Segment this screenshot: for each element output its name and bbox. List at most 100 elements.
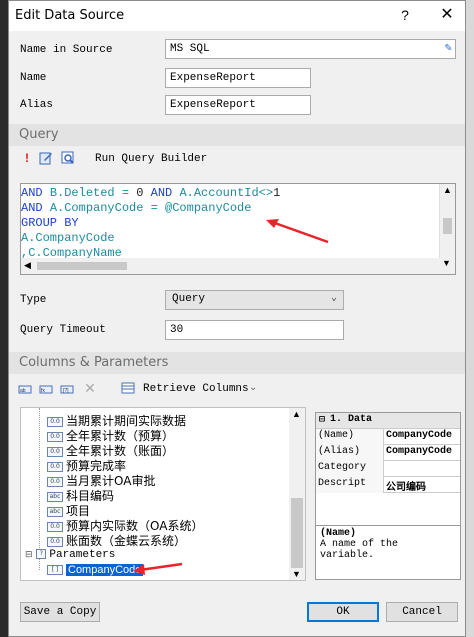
tree-item-label: 全年累计数（账面） (66, 444, 175, 458)
edit-data-source-dialog: Edit Data Source ? ✕ Name in Source MS S… (8, 0, 466, 637)
close-button[interactable]: ✕ (437, 5, 457, 25)
selected-parameter-label: CompanyCode (66, 564, 144, 576)
alias-label: Alias (20, 99, 54, 111)
name-label: Name (20, 72, 47, 84)
numeric-column-icon: 0.0 (47, 461, 63, 472)
query-timeout-label: Query Timeout (20, 324, 106, 336)
svg-text:[?]: [?] (63, 388, 69, 394)
new-column-icon[interactable]: ab (18, 381, 32, 395)
cancel-button[interactable]: Cancel (386, 602, 458, 622)
name-in-source-field[interactable]: MS SQL ✎ (165, 39, 456, 59)
tree-item-companycode[interactable]: [ ] CompanyCode (47, 562, 144, 576)
ok-button[interactable]: OK (307, 602, 379, 622)
editor-horizontal-scrollbar[interactable]: ◀ (21, 258, 441, 274)
query-token: AND (21, 186, 50, 200)
description-text: A name of the variable. (320, 539, 399, 561)
tree-item-label: 预算内实际数（OA系统） (66, 519, 204, 533)
property-group-label: 1. Data (330, 414, 373, 425)
save-a-copy-button[interactable]: Save a Copy (20, 602, 100, 622)
exclamation-icon[interactable]: ! (20, 151, 34, 165)
run-query-builder-button[interactable]: Run Query Builder (95, 153, 207, 165)
numeric-column-icon: 0.0 (47, 536, 63, 547)
parameters-folder-icon: ? (36, 548, 47, 559)
tree-item-label: 科目编码 (66, 489, 115, 503)
query-token: A.AccountId<> (179, 186, 274, 200)
query-token: A.CompanyCode (21, 231, 115, 245)
property-key: Descript (316, 477, 384, 493)
retrieve-chevron-down-icon[interactable]: ⌄ (249, 382, 257, 393)
numeric-column-icon: 0.0 (47, 431, 63, 442)
property-value[interactable] (384, 461, 460, 477)
property-description: (Name) A name of the variable. (316, 525, 460, 579)
columns-tree[interactable]: 0.0 当期累计期间实际数据 0.0 全年累计数（预算） 0.0 全年累计数（账面） 0.0… (20, 407, 306, 581)
tree-item-label: 当月累计OA审批 (66, 474, 156, 488)
query-editor[interactable]: AND B.Deleted = 0 AND A.AccountId<>1 AND … (20, 183, 456, 275)
query-section-header: Query (9, 124, 465, 146)
new-calculated-column-icon[interactable]: fx (39, 381, 53, 395)
property-row[interactable]: (Alias) CompanyCode (316, 445, 460, 461)
parameter-icon: [ ] (47, 564, 63, 575)
query-token: A.CompanyCode = @CompanyCode (49, 201, 252, 215)
tree-item-label: 项目 (66, 504, 91, 518)
chevron-down-icon: ⌄ (330, 293, 337, 304)
query-token: GROUP BY (21, 216, 79, 230)
type-label: Type (20, 294, 47, 306)
type-select[interactable]: Query ⌄ (165, 290, 344, 310)
edit-pencil-icon[interactable]: ✎ (445, 41, 452, 55)
property-key: (Name) (316, 429, 384, 445)
properties-grid[interactable]: ⊟ 1. Data (Name) CompanyCode (Alias) Company… (315, 412, 461, 580)
query-token: AND (150, 186, 180, 200)
title-bar: Edit Data Source ? ✕ (9, 1, 465, 31)
alias-input[interactable]: ExpenseReport (165, 95, 311, 115)
property-key: (Alias) (316, 445, 384, 461)
property-value[interactable]: CompanyCode (384, 445, 460, 461)
query-token: B.Deleted = (49, 186, 137, 200)
name-in-source-value: MS SQL (170, 43, 210, 55)
parameters-label: Parameters (49, 549, 116, 561)
tree-item-label: 预算完成率 (66, 459, 127, 473)
query-line: A.CompanyCode (21, 231, 115, 245)
name-input[interactable]: ExpenseReport (165, 68, 311, 88)
tree-vertical-scrollbar[interactable]: ▲ ▼ (289, 408, 305, 580)
query-token: AND (21, 201, 50, 215)
string-column-icon: abc (47, 506, 63, 517)
property-group-header[interactable]: ⊟ 1. Data (316, 413, 460, 429)
property-row[interactable]: Descript 公司编码 (316, 477, 460, 493)
svg-text:ab: ab (20, 388, 26, 394)
property-key: Category (316, 461, 384, 477)
numeric-column-icon: 0.0 (47, 416, 63, 427)
parameters-node[interactable]: ⊟ ? Parameters (25, 546, 115, 561)
preview-data-icon[interactable] (61, 151, 75, 165)
retrieve-columns-button[interactable]: Retrieve Columns (143, 383, 249, 395)
query-token: 0 (136, 186, 151, 200)
property-row[interactable]: (Name) CompanyCode (316, 429, 460, 445)
tree-item-label: 全年累计数（预算） (66, 429, 175, 443)
editor-vertical-scrollbar[interactable]: ▲ (439, 184, 455, 260)
description-title: (Name) (320, 528, 357, 539)
query-line: GROUP BY (21, 216, 79, 230)
query-line: AND A.CompanyCode = @CompanyCode (21, 201, 251, 215)
property-value[interactable]: CompanyCode (384, 429, 460, 445)
query-line: AND B.Deleted = 0 AND A.AccountId<>1 (21, 186, 280, 200)
numeric-column-icon: 0.0 (47, 521, 63, 532)
editor-scroll-corner: ▼ (439, 258, 455, 274)
query-token: 1 (273, 186, 281, 200)
property-row[interactable]: Category (316, 461, 460, 477)
collapse-icon[interactable]: ⊟ (25, 550, 33, 560)
edit-query-icon[interactable] (39, 151, 53, 165)
numeric-column-icon: 0.0 (47, 446, 63, 457)
type-value: Query (172, 293, 206, 305)
retrieve-columns-icon[interactable] (121, 381, 135, 395)
window-title: Edit Data Source (15, 8, 125, 23)
numeric-column-icon: 0.0 (47, 476, 63, 487)
delete-icon[interactable]: ✕ (83, 381, 97, 395)
property-value[interactable]: 公司编码 (384, 477, 460, 493)
columns-section-header: Columns & Parameters (9, 352, 465, 374)
name-in-source-label: Name in Source (20, 44, 113, 56)
help-button[interactable]: ? (395, 5, 415, 25)
new-parameter-icon[interactable]: [?] (60, 381, 74, 395)
query-timeout-input[interactable]: 30 (165, 320, 344, 340)
svg-text:fx: fx (41, 388, 45, 394)
string-column-icon: abc (47, 491, 63, 502)
tree-item-label: 当期累计期间实际数据 (66, 414, 187, 428)
